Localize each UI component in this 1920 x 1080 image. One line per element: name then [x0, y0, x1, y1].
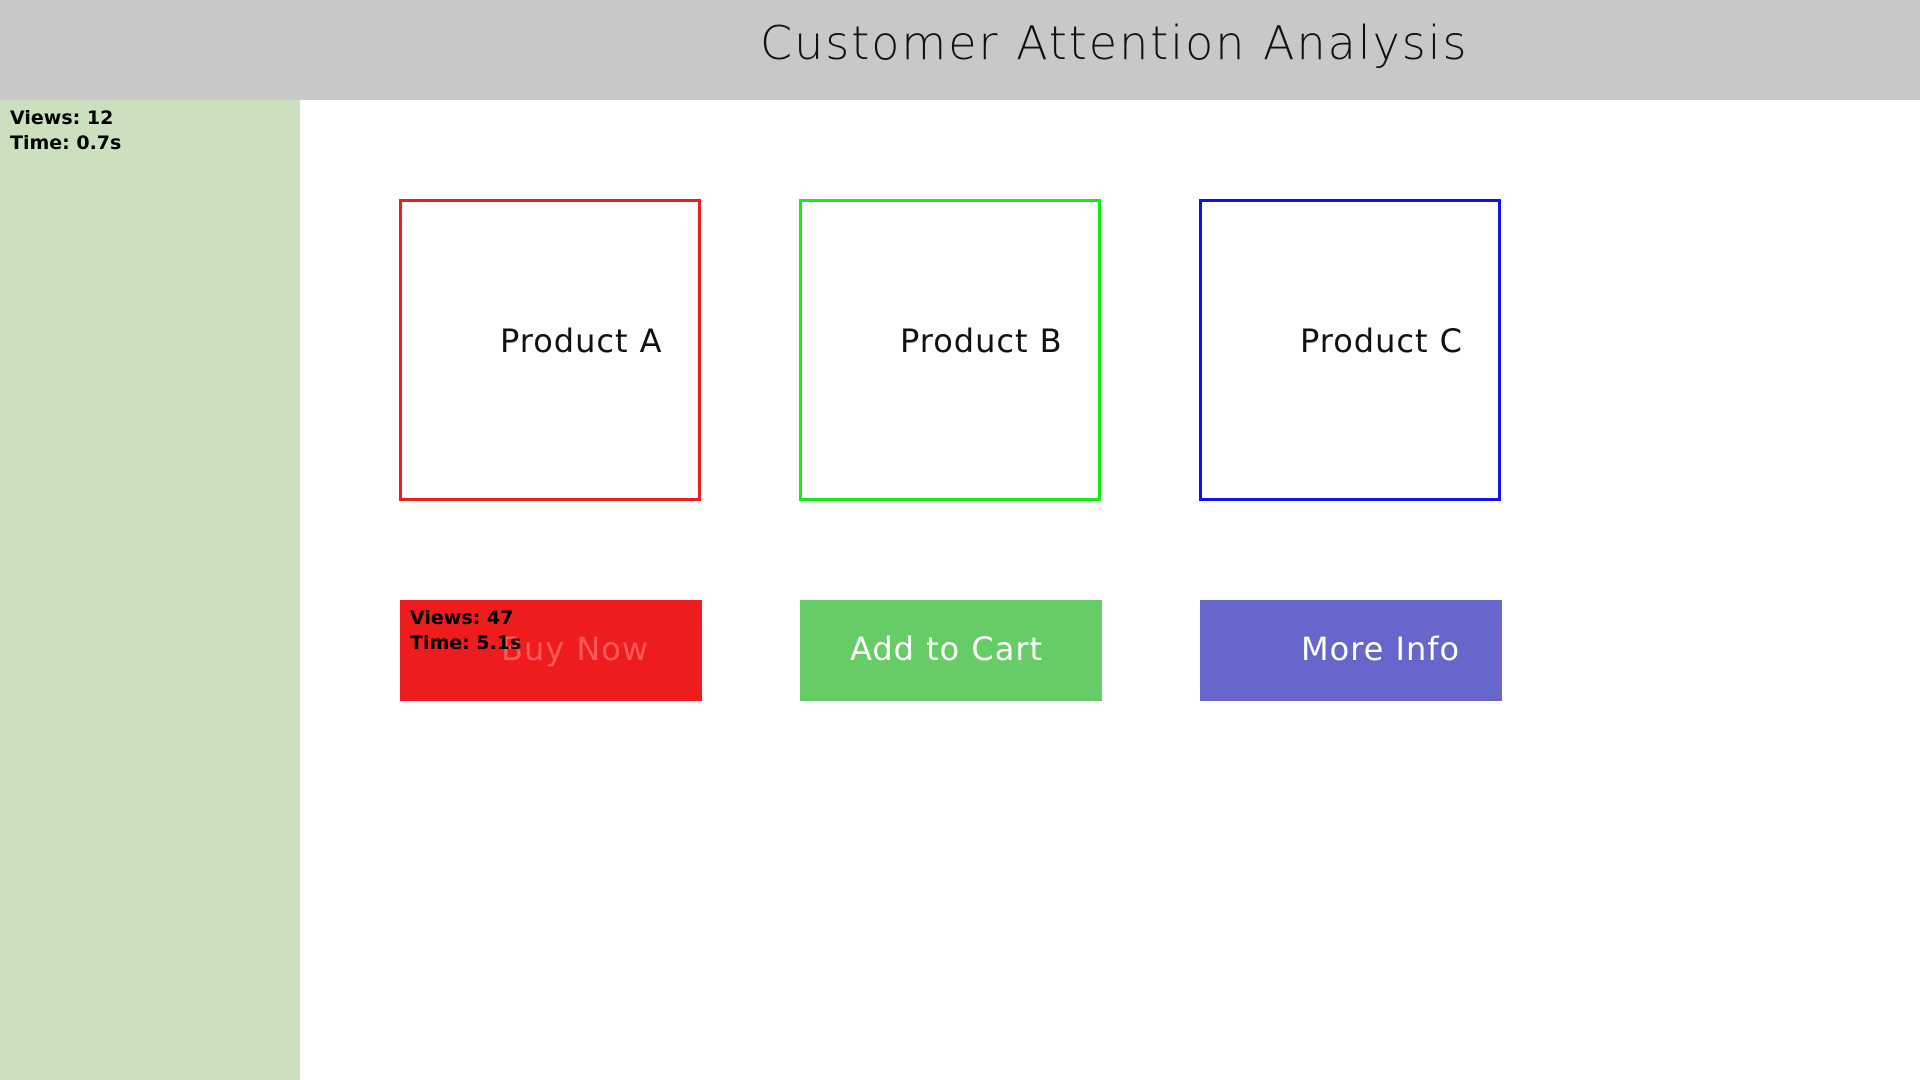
sidebar-views-count: Views: 12 [10, 107, 114, 129]
buy-now-attention-stats: Views: 47 Time: 5.1s [410, 606, 521, 656]
page-title: Customer Attention Analysis [760, 16, 1469, 70]
page: Customer Attention Analysis Views: 12 Ti… [0, 0, 1920, 1080]
more-info-button[interactable]: More Info [1200, 600, 1502, 701]
more-info-label: More Info [1301, 630, 1461, 668]
sidebar [0, 100, 300, 1080]
buy-now-views-count: Views: 47 [410, 607, 514, 629]
sidebar-attention-stats: Views: 12 Time: 0.7s [10, 106, 121, 156]
header-bar: Customer Attention Analysis [0, 0, 1920, 100]
product-card-b[interactable]: Product B [799, 199, 1101, 501]
sidebar-time-value: Time: 0.7s [10, 132, 122, 154]
product-card-c[interactable]: Product C [1199, 199, 1501, 501]
product-c-label: Product C [1300, 322, 1464, 360]
product-a-label: Product A [500, 322, 663, 360]
add-to-cart-button[interactable]: Add to Cart [800, 600, 1102, 701]
buy-now-time-value: Time: 5.1s [410, 632, 522, 654]
add-to-cart-label: Add to Cart [850, 630, 1044, 668]
product-b-label: Product B [900, 322, 1063, 360]
product-card-a[interactable]: Product A [399, 199, 701, 501]
buy-now-label: Buy Now [501, 630, 650, 668]
